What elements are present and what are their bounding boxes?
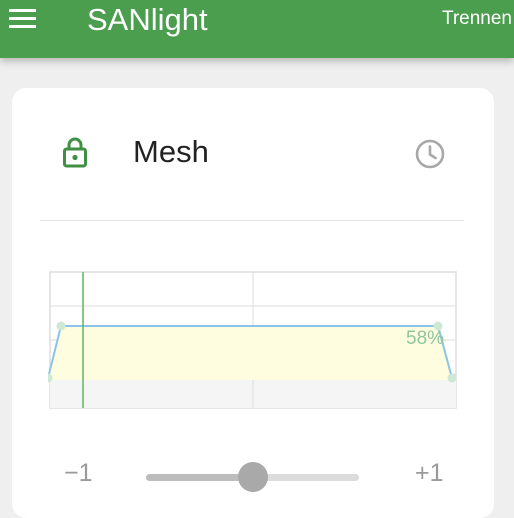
curve-point[interactable] xyxy=(56,321,66,331)
app-bar: SANlight Trennen xyxy=(0,0,514,58)
offset-slider[interactable] xyxy=(146,462,359,492)
menu-icon[interactable] xyxy=(8,6,38,30)
divider xyxy=(40,220,464,221)
clock-icon[interactable] xyxy=(414,138,446,170)
percent-label: 58% xyxy=(406,328,444,349)
light-curve-chart[interactable]: 58% xyxy=(48,270,460,412)
slider-max-label: +1 xyxy=(415,459,444,487)
curve-point[interactable] xyxy=(447,373,457,383)
light-group-card: Mesh 58% −1 +1 xyxy=(12,88,494,518)
slider-min-label: −1 xyxy=(64,459,93,487)
slider-thumb[interactable] xyxy=(237,462,268,492)
group-name: Mesh xyxy=(133,134,209,169)
lock-icon[interactable] xyxy=(62,136,88,168)
disconnect-button[interactable]: Trennen xyxy=(442,0,512,38)
slider-fill xyxy=(146,474,253,481)
app-title: SANlight xyxy=(87,2,208,37)
curve-fill xyxy=(48,326,452,380)
